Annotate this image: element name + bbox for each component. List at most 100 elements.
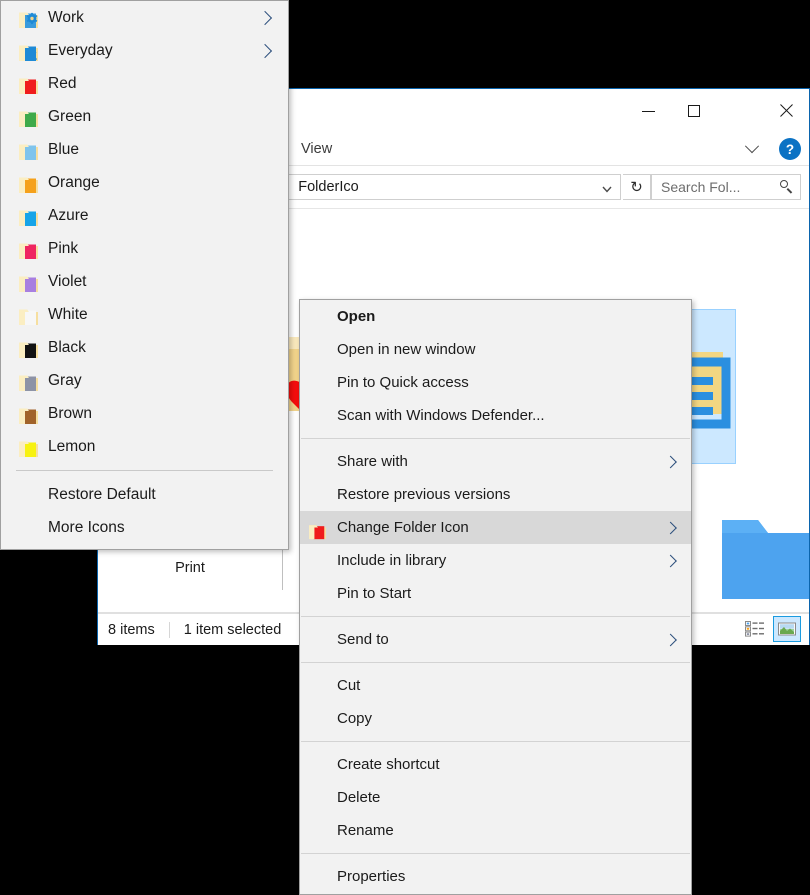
- context-menu-item-label: Properties: [337, 868, 406, 885]
- minimize-icon: [641, 110, 655, 112]
- folder-icon-blue: [706, 504, 809, 613]
- context-menu-item-label: Open: [337, 308, 376, 325]
- folder-color-item-restore-default[interactable]: Restore Default: [1, 478, 288, 511]
- context-menu-item-label: Cut: [337, 677, 361, 694]
- maximize-button[interactable]: [671, 89, 717, 133]
- context-menu-item-send-to[interactable]: Send to: [300, 623, 691, 656]
- status-item-count-2: 8 items: [108, 621, 155, 638]
- submenu-arrow-icon: [257, 43, 273, 58]
- folder-color-item-azure[interactable]: Azure: [1, 199, 288, 232]
- print-menu-fragment[interactable]: Print: [97, 546, 283, 590]
- folder-color-label: Gray: [48, 372, 82, 389]
- context-menu-item-change-folder-icon[interactable]: Change Folder Icon: [300, 511, 691, 544]
- folder-color-item-red[interactable]: Red: [1, 67, 288, 100]
- folder-icon-work: [18, 8, 40, 28]
- folder-color-label: Black: [48, 339, 86, 356]
- context-menu-separator: [301, 616, 690, 617]
- context-menu-list: Open Open in new window Pin to Quick acces…: [300, 300, 691, 893]
- context-menu-item-label: Send to: [337, 631, 389, 648]
- context-menu-item-label: Open in new window: [337, 341, 476, 358]
- folder-color-label: Red: [48, 75, 77, 92]
- breadcrumb-folder[interactable]: FolderIco: [298, 179, 358, 195]
- submenu-arrow-icon: [664, 455, 677, 468]
- submenu-arrow-icon: [257, 10, 273, 25]
- context-menu-item-properties[interactable]: Properties: [300, 860, 691, 893]
- context-menu-item-label: Pin to Start: [337, 585, 412, 602]
- address-dropdown-button[interactable]: [600, 182, 614, 196]
- folder-color-item-work[interactable]: Work: [1, 1, 288, 34]
- context-menu-item-open[interactable]: Open: [300, 300, 691, 333]
- change-folder-icon-submenu: Work Everyday Red Green Blue Orange Azure Pink V…: [0, 0, 289, 550]
- large-icons-view-button-2[interactable]: [773, 616, 801, 642]
- context-menu-item-scan-with-windows-defender[interactable]: Scan with Windows Defender...: [300, 399, 691, 432]
- folder-color-item-orange[interactable]: Orange: [1, 166, 288, 199]
- search-input[interactable]: Search Fol...: [651, 174, 801, 200]
- folder-color-item-more-icons[interactable]: More Icons: [1, 511, 288, 544]
- context-menu-item-pin-to-start[interactable]: Pin to Start: [300, 577, 691, 610]
- file-item[interactable]: le Blue: [706, 494, 809, 613]
- context-menu-item-label: Delete: [337, 789, 381, 806]
- folder-color-label: Azure: [48, 207, 89, 224]
- folder-color-label: Blue: [48, 141, 80, 158]
- refresh-button[interactable]: ↻: [623, 174, 651, 200]
- red-folder-icon: [308, 519, 328, 539]
- print-label: Print: [175, 560, 205, 576]
- context-menu-item-label: Change Folder Icon: [337, 519, 469, 536]
- folder-icon-black: [18, 338, 40, 358]
- details-view-button-2[interactable]: [741, 616, 769, 642]
- context-menu-item-cut[interactable]: Cut: [300, 669, 691, 702]
- folder-color-label: Violet: [48, 273, 87, 290]
- folder-color-item-everyday[interactable]: Everyday: [1, 34, 288, 67]
- ribbon-expand-button[interactable]: [739, 133, 765, 165]
- folder-color-label: Green: [48, 108, 92, 125]
- context-menu-item-label: Scan with Windows Defender...: [337, 407, 545, 424]
- context-menu-item-restore-previous-versions[interactable]: Restore previous versions: [300, 478, 691, 511]
- status-selection-2: 1 item selected: [183, 621, 282, 638]
- context-menu-item-label: Include in library: [337, 552, 447, 569]
- context-menu-item-copy[interactable]: Copy: [300, 702, 691, 735]
- context-menu-separator: [301, 662, 690, 663]
- context-menu-item-pin-to-quick-access[interactable]: Pin to Quick access: [300, 366, 691, 399]
- context-menu-separator: [301, 853, 690, 854]
- folder-icon-everyday: [18, 41, 40, 61]
- color-submenu-list: Work Everyday Red Green Blue Orange Azure Pink V…: [1, 1, 288, 544]
- context-menu-item-label: Rename: [337, 822, 394, 839]
- folder-color-item-gray[interactable]: Gray: [1, 364, 288, 397]
- close-icon: [779, 104, 793, 118]
- status-divider-2: [168, 621, 170, 638]
- folder-icon-orange: [18, 173, 40, 193]
- folder-color-item-pink[interactable]: Pink: [1, 232, 288, 265]
- folder-icon-red: [18, 74, 40, 94]
- context-menu-separator: [301, 741, 690, 742]
- folder-color-item-brown[interactable]: Brown: [1, 397, 288, 430]
- folder-color-label: Orange: [48, 174, 100, 191]
- help-button[interactable]: ?: [779, 138, 801, 160]
- tab-view[interactable]: View: [290, 133, 343, 165]
- submenu-arrow-icon: [664, 633, 677, 646]
- context-menu-item-delete[interactable]: Delete: [300, 781, 691, 814]
- folder-color-item-black[interactable]: Black: [1, 331, 288, 364]
- minimize-button[interactable]: [625, 89, 671, 133]
- folder-color-label: Brown: [48, 405, 92, 422]
- folder-color-item-green[interactable]: Green: [1, 100, 288, 133]
- context-menu-item-create-shortcut[interactable]: Create shortcut: [300, 748, 691, 781]
- context-menu-item-include-in-library[interactable]: Include in library: [300, 544, 691, 577]
- folder-color-label: Restore Default: [48, 486, 156, 503]
- folder-icon-blue: [18, 140, 40, 160]
- folder-icon-green: [18, 107, 40, 127]
- context-menu-item-rename[interactable]: Rename: [300, 814, 691, 847]
- context-menu-item-open-in-new-window[interactable]: Open in new window: [300, 333, 691, 366]
- close-button[interactable]: [763, 89, 809, 133]
- folder-color-item-lemon[interactable]: Lemon: [1, 430, 288, 463]
- context-menu-item-label: Create shortcut: [337, 756, 440, 773]
- context-menu-item-label: Restore previous versions: [337, 486, 511, 503]
- folder-color-item-blue[interactable]: Blue: [1, 133, 288, 166]
- folder-color-label: Everyday: [48, 42, 113, 59]
- folder-color-item-violet[interactable]: Violet: [1, 265, 288, 298]
- submenu-arrow-icon: [664, 521, 677, 534]
- context-menu-item-share-with[interactable]: Share with: [300, 445, 691, 478]
- folder-color-item-white[interactable]: White: [1, 298, 288, 331]
- folder-color-label: Work: [48, 9, 84, 26]
- maximize-icon: [688, 105, 700, 117]
- folder-icon-white: [18, 305, 40, 325]
